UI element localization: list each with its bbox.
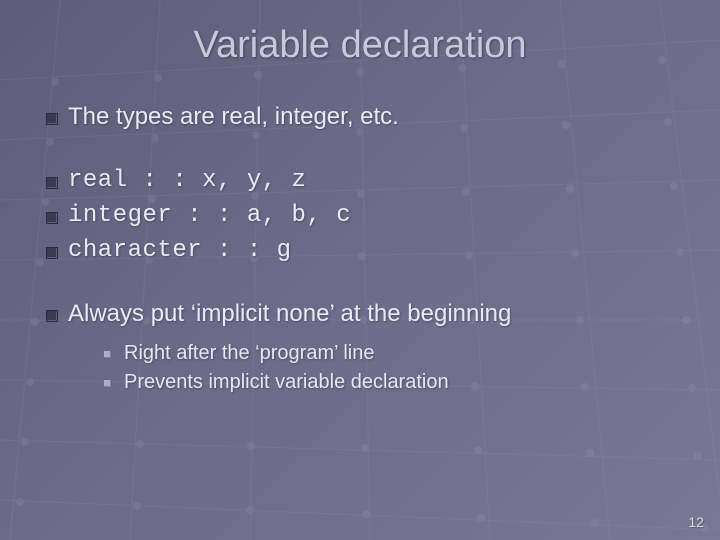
code-integer: integer : : a, b, c (40, 202, 680, 229)
code-list: real : : x, y, z integer : : a, b, c cha… (40, 167, 680, 264)
bullet-implicit-none-text: Always put ‘implicit none’ at the beginn… (68, 300, 511, 327)
sub-after-program: Right after the ‘program’ line (102, 342, 680, 365)
code-character: character : : g (40, 237, 680, 264)
slide-title: Variable declaration (40, 24, 680, 67)
page-number: 12 (688, 514, 704, 530)
spacer (40, 139, 680, 167)
code-real: real : : x, y, z (40, 167, 680, 194)
advice-list: Always put ‘implicit none’ at the beginn… (40, 300, 680, 394)
sub-prevents: Prevents implicit variable declaration (102, 371, 680, 394)
slide: Variable declaration The types are real,… (0, 0, 720, 540)
bullet-types: The types are real, integer, etc. (40, 103, 680, 131)
spacer (40, 272, 680, 300)
bullet-list: The types are real, integer, etc. (40, 103, 680, 131)
bullet-implicit-none: Always put ‘implicit none’ at the beginn… (40, 300, 680, 394)
sub-list: Right after the ‘program’ line Prevents … (68, 342, 680, 394)
